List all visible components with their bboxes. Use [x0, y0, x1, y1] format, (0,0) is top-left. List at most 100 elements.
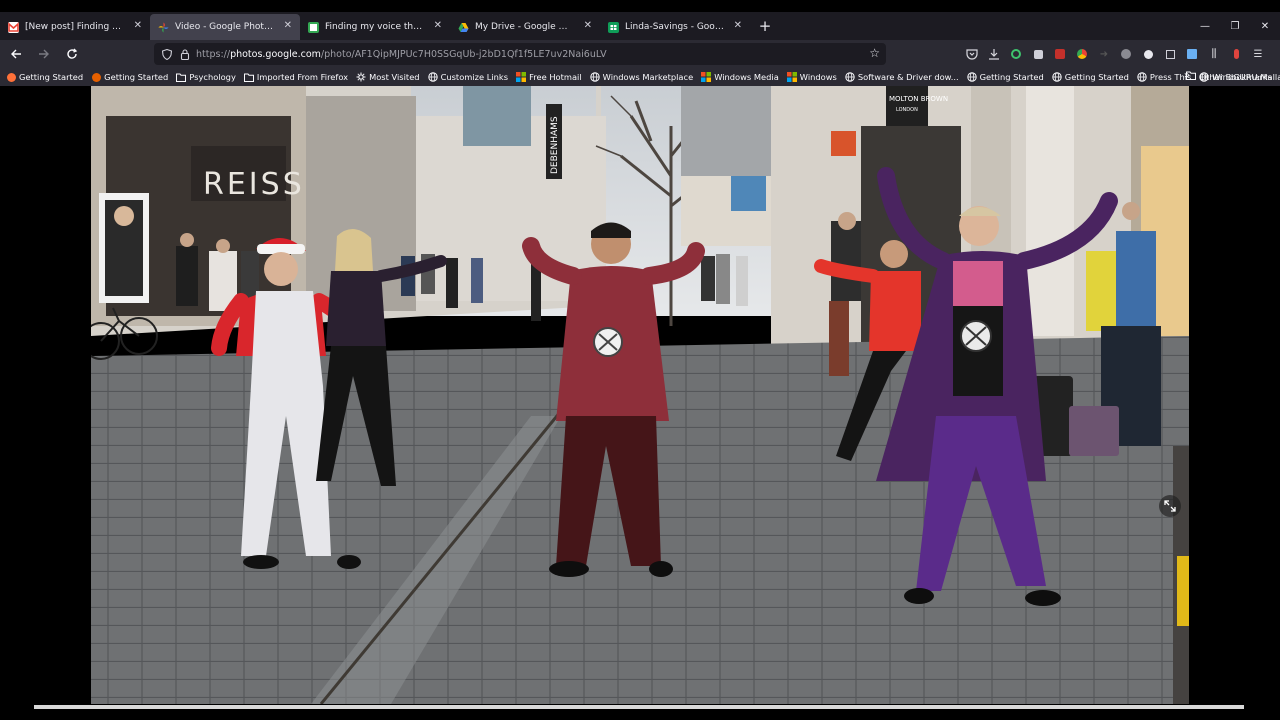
close-icon[interactable]: ✕ — [284, 20, 292, 31]
tab-1[interactable]: Video - Google Photos ✕ — [150, 14, 300, 40]
windows-icon — [786, 72, 797, 82]
windows-icon — [701, 72, 712, 82]
close-window-icon[interactable]: ✕ — [1250, 12, 1280, 40]
window-controls: — ❐ ✕ — [1190, 12, 1280, 40]
extension-white-circle-icon[interactable] — [1140, 44, 1156, 64]
extension-square-icon[interactable] — [1162, 44, 1178, 64]
new-tab-button[interactable]: + — [752, 17, 778, 35]
bookmark-label: Customize Links — [440, 72, 509, 82]
bookmark-label: Getting Started — [1064, 72, 1129, 82]
extension-face-icon[interactable] — [1118, 44, 1134, 64]
folder-icon — [176, 72, 187, 82]
restore-icon[interactable]: ❐ — [1220, 12, 1250, 40]
extension-mic-icon[interactable] — [1228, 44, 1244, 64]
bookmark-item[interactable]: Free Hotmail — [516, 72, 582, 82]
tab-title: Linda-Savings - Google Sheets — [625, 22, 724, 32]
reiss-sign: REISS — [203, 167, 305, 202]
bookmark-label: Most Visited — [369, 72, 420, 82]
tab-title: My Drive - Google Drive — [475, 22, 574, 32]
globe-icon — [1137, 72, 1147, 82]
bookmark-item[interactable]: Getting Started — [966, 72, 1044, 82]
blue-banner — [731, 176, 766, 211]
firefox-icon — [6, 72, 16, 82]
bookmark-item[interactable]: Psychology — [176, 72, 236, 82]
url-bar[interactable]: https://photos.google.com/photo/AF1QipMJ… — [154, 43, 886, 65]
bookmark-item[interactable]: Getting Started — [91, 72, 168, 82]
google-drive-icon — [458, 22, 469, 33]
nav-bar: https://photos.google.com/photo/AF1QipMJ… — [0, 40, 1280, 68]
globe-icon — [1052, 72, 1062, 82]
gear-icon — [356, 72, 366, 82]
close-icon[interactable]: ✕ — [584, 20, 592, 31]
pocket-icon[interactable] — [964, 44, 980, 64]
url-path: /photo/AF1QipMJPUc7H0SSGqUb-j2bD1Qf1f5LE… — [320, 48, 607, 60]
firefox-icon — [91, 72, 101, 82]
bookmark-label: Getting Started — [979, 72, 1044, 82]
minimize-icon[interactable]: — — [1190, 12, 1220, 40]
extension-bars-icon[interactable]: ⫼ — [1206, 44, 1222, 64]
close-icon[interactable]: ✕ — [734, 20, 742, 31]
fullscreen-button[interactable] — [1159, 495, 1181, 517]
bookmark-label: Free Hotmail — [529, 72, 582, 82]
bookmark-label: Imported From Firefox — [256, 72, 349, 82]
bookmark-item[interactable]: Windows Marketplace — [589, 72, 693, 82]
tab-3[interactable]: My Drive - Google Drive ✕ — [450, 14, 600, 40]
tab-4[interactable]: Linda-Savings - Google Sheets ✕ — [600, 14, 750, 40]
globe-icon — [845, 72, 855, 82]
extension-green-icon[interactable] — [1008, 44, 1024, 64]
bookmark-item[interactable]: Getting Started — [6, 72, 83, 82]
globe-icon — [966, 72, 977, 82]
extension-arrow-icon[interactable]: ➜ — [1096, 44, 1112, 64]
google-sheets-icon — [608, 21, 619, 33]
lock-icon[interactable] — [178, 47, 192, 61]
top-strip — [0, 0, 1280, 12]
expand-icon — [1164, 500, 1176, 512]
extension-blue-icon[interactable] — [1184, 44, 1200, 64]
extension-red-badge-icon[interactable] — [1052, 44, 1068, 64]
globe-icon — [589, 72, 600, 82]
other-bookmarks-label: Other Bookmarks — [1199, 71, 1272, 82]
video-progress-area — [0, 704, 1280, 720]
close-icon[interactable]: ✕ — [134, 20, 142, 31]
building-window — [463, 86, 531, 146]
video-progress-track[interactable] — [34, 705, 1244, 709]
bookmark-label: Getting Started — [19, 72, 84, 82]
bookmark-item[interactable]: Getting Started — [1052, 72, 1129, 82]
tab-bar: [New post] Finding my voice th ✕ Video -… — [0, 12, 1280, 40]
back-button[interactable] — [4, 42, 28, 66]
url-prefix: https:// — [196, 48, 231, 60]
bookmark-label: Software & Driver dow... — [857, 72, 959, 82]
other-bookmarks[interactable]: Other Bookmarks — [1186, 71, 1272, 82]
bookmark-item[interactable]: Windows — [786, 72, 837, 82]
menu-icon[interactable]: ☰ — [1250, 44, 1266, 64]
reload-button[interactable] — [60, 42, 84, 66]
bookmark-star-icon[interactable]: ☆ — [869, 46, 880, 60]
bookmark-label: Getting Started — [104, 72, 169, 82]
folder-icon — [243, 72, 254, 82]
globe-icon — [427, 72, 438, 82]
photo-viewer: REISS DEBENHAMS MOLTON BROWN LONDON — [0, 86, 1280, 704]
folder-icon — [1186, 71, 1197, 82]
shield-icon[interactable] — [160, 47, 174, 61]
tab-title: Finding my voice through a fe — [325, 22, 424, 32]
video-frame[interactable]: REISS DEBENHAMS MOLTON BROWN LONDON — [91, 86, 1189, 704]
bookmark-item[interactable]: Software & Driver dow... — [845, 72, 959, 82]
page-icon — [308, 21, 319, 33]
extension-chrome-icon[interactable] — [1074, 44, 1090, 64]
street-scene: REISS DEBENHAMS MOLTON BROWN LONDON — [91, 86, 1189, 704]
bookmark-item[interactable]: Windows Media — [701, 72, 779, 82]
svg-text:DEBENHAMS: DEBENHAMS — [550, 116, 560, 174]
tab-title: [New post] Finding my voice th — [25, 22, 124, 32]
molton-brown-sign — [886, 86, 928, 126]
extension-puzzle-icon[interactable] — [1030, 44, 1046, 64]
tab-0[interactable]: [New post] Finding my voice th ✕ — [0, 14, 150, 40]
bookmark-item[interactable]: Most Visited — [356, 72, 420, 82]
bookmark-item[interactable]: Customize Links — [427, 72, 509, 82]
bookmarks-bar: Getting Started Getting Started Psychology… — [0, 68, 1280, 86]
bookmark-item[interactable]: Imported From Firefox — [243, 72, 349, 82]
red-shop-sign — [831, 131, 856, 156]
download-icon[interactable] — [986, 44, 1002, 64]
forward-button[interactable] — [32, 42, 56, 66]
tab-2[interactable]: Finding my voice through a fe ✕ — [300, 14, 450, 40]
close-icon[interactable]: ✕ — [434, 20, 442, 31]
